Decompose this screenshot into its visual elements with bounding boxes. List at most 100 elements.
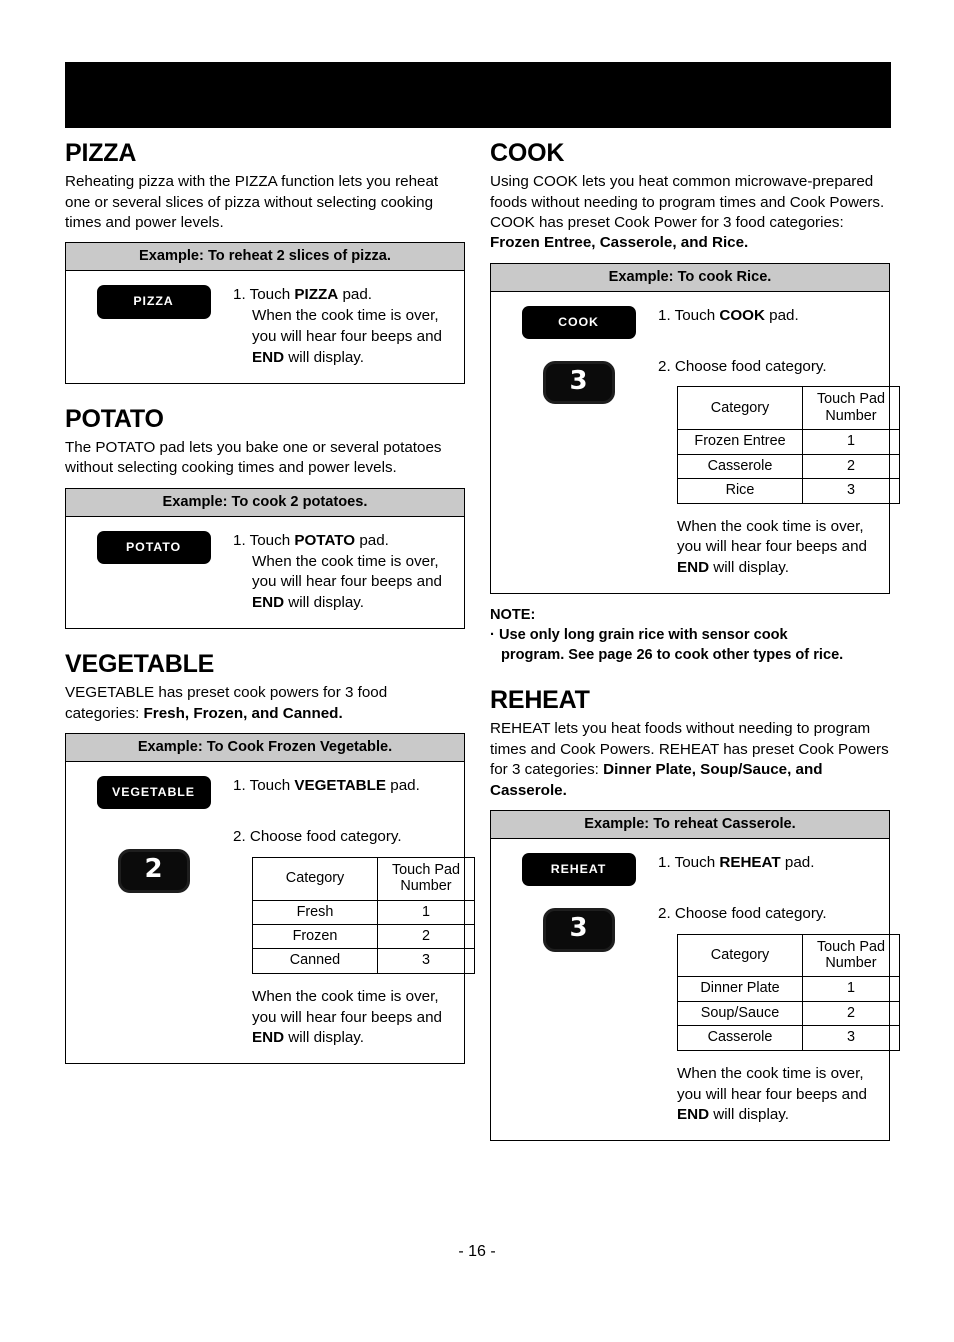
potato-end-suffix: will display. <box>284 594 364 612</box>
section-potato: POTATO The POTATO pad lets you bake one … <box>65 405 465 630</box>
note-title: NOTE: <box>490 606 536 623</box>
cook-pad-button[interactable]: COOK <box>521 305 636 340</box>
cook-steps: 1. Touch COOK pad. 2. Choose food catego… <box>656 306 900 579</box>
note-bullet-item: · Use only long grain rice with sensor c… <box>490 626 890 665</box>
pizza-step1-strong: PIZZA <box>294 286 339 304</box>
pizza-end-suffix: will display. <box>284 348 364 366</box>
pizza-description: Reheating pizza with the PIZZA function … <box>65 173 439 231</box>
reheat-number-pad-3[interactable]: 3 <box>542 908 615 952</box>
reheat-th-touchpad: Touch Pad Number <box>802 933 900 978</box>
cook-step-1: 1. Touch COOK pad. <box>658 306 900 327</box>
reheat-end-suffix: will display. <box>709 1106 789 1124</box>
vegetable-cat-2: Frozen <box>252 923 378 950</box>
cook-note-block: NOTE: · Use only long grain rice with se… <box>490 606 890 665</box>
potato-description: The POTATO pad lets you bake one or seve… <box>65 438 442 477</box>
potato-step1-prefix: 1. Touch <box>233 531 295 549</box>
section-cook: COOK Using COOK lets you heat common mic… <box>490 139 900 594</box>
cook-closing-note: When the cook time is over, you will hea… <box>677 517 900 579</box>
cook-closing-line2: you will hear four beeps and <box>677 538 867 556</box>
vegetable-num-2: 2 <box>377 923 475 950</box>
vegetable-th-line1: Touch Pad <box>391 861 460 878</box>
vegetable-cat-3: Canned <box>252 948 378 974</box>
reheat-closing-line2: you will hear four beeps and <box>677 1085 867 1103</box>
note-line-2: program. See page 26 to cook other types… <box>501 646 844 663</box>
pizza-end-strong: END <box>252 348 285 366</box>
vegetable-closing-line2: you will hear four beeps and <box>252 1008 442 1026</box>
table-header-row: Category Touch Pad Number <box>677 933 900 978</box>
reheat-num-2: 2 <box>802 1000 900 1027</box>
vegetable-steps: 1. Touch VEGETABLE pad. 2. Choose food c… <box>231 776 475 1049</box>
pizza-step1-prefix: 1. Touch <box>233 286 295 304</box>
vegetable-example-header: Example: To Cook Frozen Vegetable. <box>66 733 464 763</box>
reheat-example-header: Example: To reheat Casserole. <box>491 810 889 839</box>
vegetable-step-2: 2. Choose food category. <box>233 827 402 845</box>
table-row: Canned 3 <box>252 948 475 974</box>
section-pizza: PIZZA Reheating pizza with the PIZZA fun… <box>65 140 465 384</box>
pizza-example-box: Example: To reheat 2 slices of pizza. PI… <box>65 242 465 384</box>
cook-step1-strong: COOK <box>719 306 765 324</box>
reheat-cat-3: Casserole <box>677 1025 803 1051</box>
cook-cat-1: Frozen Entree <box>677 429 803 455</box>
pizza-step1-line3: you will hear four beeps and <box>252 328 442 346</box>
section-vegetable: VEGETABLE VEGETABLE has preset cook powe… <box>65 650 475 1065</box>
cook-category-table: Category Touch Pad Number Frozen Entree … <box>677 386 900 504</box>
vegetable-th-category: Category <box>252 856 378 901</box>
note-line-1: Use only long grain rice with sensor coo… <box>498 627 788 644</box>
cook-num-3: 3 <box>802 478 900 504</box>
cook-desc-strong: Frozen Entree, Casserole, and Rice. <box>490 234 749 252</box>
vegetable-step-1: 1. Touch VEGETABLE pad. <box>233 776 475 797</box>
potato-step1-line2: When the cook time is over, <box>252 552 439 570</box>
cook-end-suffix: will display. <box>709 559 789 577</box>
cook-pad-column: COOK 3 <box>501 305 656 579</box>
cook-end-strong: END <box>677 559 710 577</box>
potato-step1-line4: END will display. <box>233 593 454 614</box>
vegetable-cat-1: Fresh <box>252 899 378 925</box>
section-reheat: REHEAT REHEAT lets you heat foods withou… <box>490 686 900 1142</box>
vegetable-closing-line1: When the cook time is over, <box>252 987 439 1005</box>
potato-end-strong: END <box>252 594 285 612</box>
vegetable-num-1: 1 <box>377 899 475 925</box>
vegetable-pad-button[interactable]: VEGETABLE <box>96 776 211 810</box>
cook-num-2: 2 <box>802 453 900 480</box>
cook-description: Using COOK lets you heat common microwav… <box>490 172 890 253</box>
reheat-end-strong: END <box>677 1106 710 1124</box>
cook-number-pad-3[interactable]: 3 <box>542 361 615 405</box>
pizza-pad-column: PIZZA <box>76 285 231 368</box>
potato-pad-button[interactable]: POTATO <box>96 530 211 565</box>
reheat-th-category: Category <box>677 933 803 978</box>
reheat-title: REHEAT <box>490 686 590 715</box>
page-header-banner <box>65 62 891 128</box>
table-row: Dinner Plate 1 <box>677 976 900 1002</box>
cook-step1-prefix: 1. Touch <box>658 306 720 324</box>
left-column: PIZZA Reheating pizza with the PIZZA fun… <box>65 140 475 1065</box>
cook-title: COOK <box>490 139 565 167</box>
reheat-step1-strong: REHEAT <box>719 853 781 871</box>
pizza-step1-line2: When the cook time is over, <box>252 307 439 325</box>
vegetable-step1-suffix: pad. <box>386 777 420 795</box>
page-number: - 16 - <box>458 1243 496 1260</box>
pizza-pad-button[interactable]: PIZZA <box>96 285 211 319</box>
reheat-pad-button[interactable]: REHEAT <box>521 852 636 887</box>
potato-step-1: 1. Touch POTATO pad. When the cook time … <box>233 531 454 614</box>
cook-th-touchpad: Touch Pad Number <box>802 386 900 431</box>
cook-step1-suffix: pad. <box>764 306 799 324</box>
table-row: Fresh 1 <box>252 899 475 925</box>
table-header-row: Category Touch Pad Number <box>677 386 900 431</box>
vegetable-num-3: 3 <box>377 948 475 974</box>
vegetable-title: VEGETABLE <box>65 650 215 679</box>
table-row: Frozen Entree 1 <box>677 429 900 455</box>
potato-example-header: Example: To cook 2 potatoes. <box>66 488 464 517</box>
potato-pad-column: POTATO <box>76 530 231 614</box>
potato-step1-strong: POTATO <box>294 531 356 549</box>
reheat-description: REHEAT lets you heat foods without needi… <box>490 719 890 800</box>
pizza-example-header: Example: To reheat 2 slices of pizza. <box>66 243 464 272</box>
reheat-step-1: 1. Touch REHEAT pad. <box>658 853 900 874</box>
vegetable-number-pad-2[interactable]: 2 <box>117 849 190 893</box>
vegetable-example-box: Example: To Cook Frozen Vegetable. VEGET… <box>65 732 475 1065</box>
vegetable-end-strong: END <box>252 1029 285 1047</box>
reheat-closing-line1: When the cook time is over, <box>677 1064 864 1082</box>
table-row: Casserole 2 <box>677 453 900 480</box>
cook-example-header: Example: To cook Rice. <box>491 263 889 292</box>
vegetable-step1-prefix: 1. Touch <box>233 777 295 795</box>
reheat-step1-suffix: pad. <box>780 853 815 871</box>
